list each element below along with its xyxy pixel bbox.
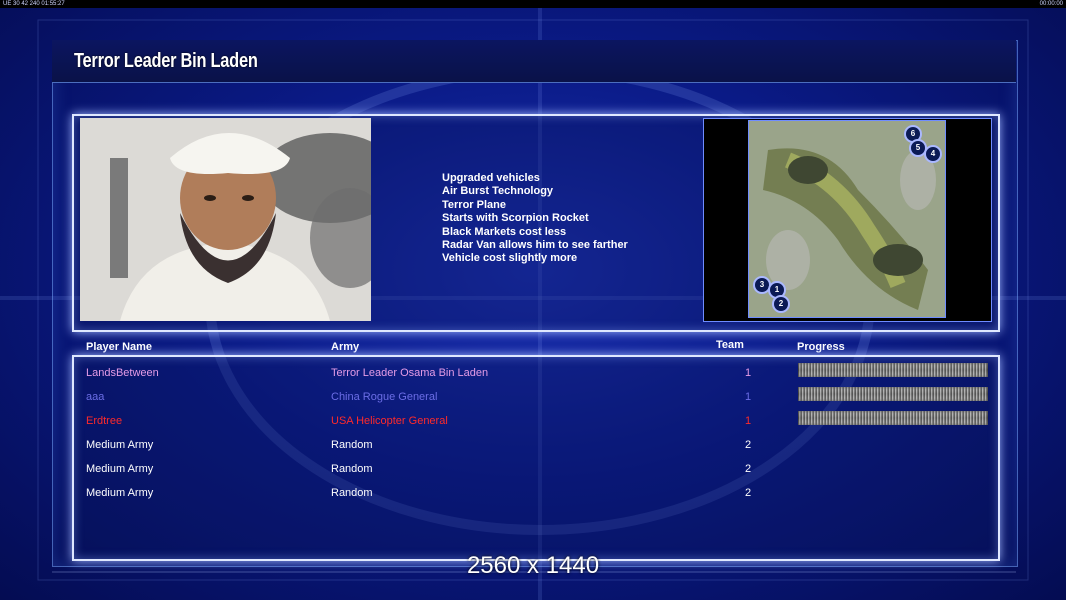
player-row[interactable]: LandsBetween Terror Leader Osama Bin Lade… [0,363,1066,387]
player-name: aaa [86,391,105,403]
bonus-item: Radar Van allows him to see farther [442,239,628,252]
player-army: China Rogue General [331,391,438,403]
load-progress-bar [798,411,988,425]
resolution-label: 2560 x 1440 [466,552,600,579]
header-progress: Progress [797,341,845,353]
general-title: Terror Leader Bin Laden [74,50,258,72]
player-team: 1 [745,391,752,403]
bonus-item: Vehicle cost slightly more [442,252,578,265]
player-team: 1 [745,415,752,427]
load-progress-fill [798,387,988,401]
load-progress-fill [798,411,988,425]
header-army: Army [331,341,360,353]
load-progress-bar [798,363,988,377]
start-position-marker[interactable]: 4 [924,145,942,163]
player-row[interactable]: aaa China Rogue General 1 [0,387,1066,411]
bonus-item: Upgraded vehicles [442,172,540,184]
bonus-item: Starts with Scorpion Rocket [442,212,589,225]
load-progress-bar [798,387,988,401]
player-army: USA Helicopter General [331,415,448,427]
player-row[interactable]: Medium Army Random 2 [0,487,1066,507]
load-progress-fill [798,363,988,377]
general-bonus-list: Upgraded vehicles Air Burst Technology T… [442,172,628,266]
player-row[interactable]: Medium Army Random 2 [0,439,1066,459]
player-name: Medium Army [86,487,154,499]
status-bar: UE 30 42 240 01:55:27 00:00:00 [0,0,1066,8]
status-bar-left: UE 30 42 240 01:55:27 [3,1,65,7]
bonus-item: Air Burst Technology [442,185,554,198]
player-name: Medium Army [86,439,154,451]
player-name: Medium Army [86,463,154,475]
player-team: 2 [745,487,752,499]
header-team: Team [716,339,744,351]
player-army: Random [331,463,373,475]
player-army: Terror Leader Osama Bin Laden [331,367,489,379]
bonus-item: Terror Plane [442,198,506,211]
bonus-item: Black Markets cost less [442,225,567,238]
player-name: LandsBetween [86,367,159,379]
status-bar-clock: 00:00:00 [1039,1,1063,7]
player-army: Random [331,439,373,451]
player-name: Erdtree [86,415,123,427]
player-team: 2 [745,439,752,451]
header-player-name: Player Name [86,341,153,353]
portrait-image [80,118,371,321]
general-portrait [80,118,371,321]
player-team: 1 [745,367,752,379]
player-army: Random [331,487,373,499]
player-row[interactable]: Medium Army Random 2 [0,463,1066,483]
player-team: 2 [745,463,752,475]
player-row[interactable]: Erdtree USA Helicopter General 1 [0,411,1066,435]
start-position-marker[interactable]: 2 [772,295,790,313]
